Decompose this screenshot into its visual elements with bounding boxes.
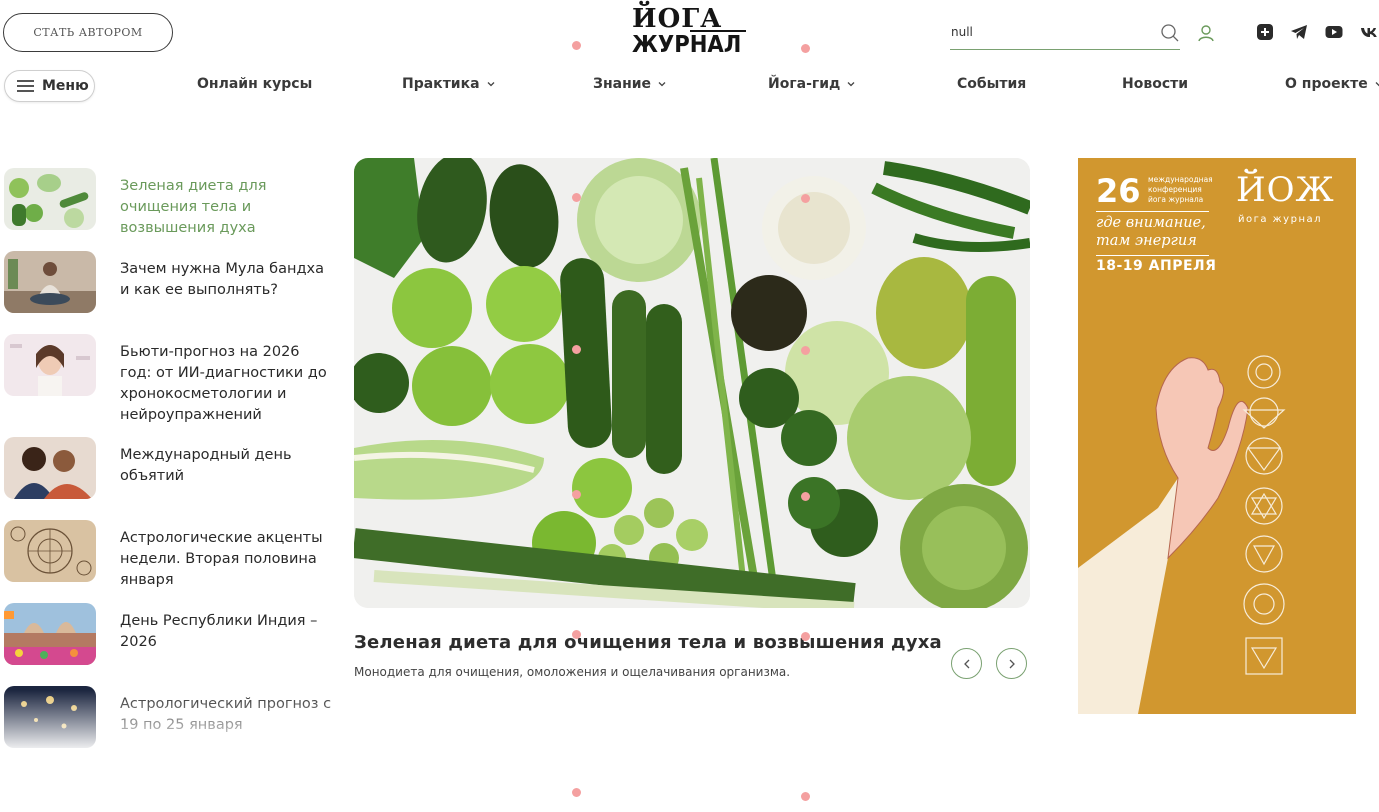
search-icon[interactable] xyxy=(1160,23,1180,43)
banner-slogan-line: там энергия xyxy=(1096,233,1197,249)
nav-about[interactable]: О проекте xyxy=(1285,76,1379,92)
user-icon[interactable] xyxy=(1196,23,1216,43)
youtube-icon[interactable] xyxy=(1325,23,1343,41)
news-thumbnail xyxy=(4,437,96,499)
become-author-button[interactable]: СТАТЬ АВТОРОМ xyxy=(3,13,173,52)
nav-label: Знание xyxy=(593,76,652,92)
chevron-left-icon xyxy=(963,659,969,668)
news-item[interactable]: Зеленая диета для очищения тела и возвыш… xyxy=(4,168,334,236)
site-logo[interactable]: ЙОГА ЖУРНАЛ xyxy=(630,4,752,62)
banner-brand: ЙОЖ xyxy=(1236,170,1335,210)
news-title: Бьюти-прогноз на 2026 год: от ИИ-диагнос… xyxy=(120,344,327,423)
nav-practice[interactable]: Практика xyxy=(402,76,496,92)
nav-knowledge[interactable]: Знание xyxy=(593,76,667,92)
news-thumbnail xyxy=(4,603,96,665)
news-thumbnail xyxy=(4,168,96,230)
news-item[interactable]: Астрологические акценты недели. Вторая п… xyxy=(4,520,334,588)
nav-label: События xyxy=(957,76,1027,92)
banner-conference: международная конференция йога журнала xyxy=(1148,175,1213,204)
burger-icon xyxy=(17,80,34,92)
hero-subtitle: Монодиета для очищения, омоложения и още… xyxy=(354,665,791,679)
news-title: Зеленая диета для очищения тела и возвыш… xyxy=(120,178,267,236)
nav-label: О проекте xyxy=(1285,76,1368,92)
logo-line2: ЖУРНАЛ xyxy=(632,32,742,58)
banner-slogan: где внимание, там энергия xyxy=(1096,214,1206,250)
conference-banner[interactable]: 26 международная конференция йога журнал… xyxy=(1078,158,1356,714)
vk-icon[interactable] xyxy=(1360,23,1378,41)
banner-divider xyxy=(1096,211,1209,212)
nav-events[interactable]: События xyxy=(957,76,1026,92)
news-thumbnail xyxy=(4,520,96,582)
nav-label: Онлайн курсы xyxy=(197,76,313,92)
news-title: Международный день объятий xyxy=(120,447,292,484)
menu-label: Меню xyxy=(42,78,89,94)
news-item[interactable]: Международный день объятий xyxy=(4,437,334,501)
news-thumbnail xyxy=(4,251,96,313)
banner-slogan-line: где внимание, xyxy=(1096,215,1206,231)
news-title: День Республики Индия – 2026 xyxy=(120,613,318,650)
chevron-down-icon xyxy=(658,82,666,87)
news-item[interactable]: Бьюти-прогноз на 2026 год: от ИИ-диагнос… xyxy=(4,334,334,423)
hero-title[interactable]: Зеленая диета для очищения тела и возвыш… xyxy=(354,632,942,653)
news-title: Астрологические акценты недели. Вторая п… xyxy=(120,530,323,588)
mudra-hand-illustration xyxy=(1078,355,1286,714)
nav-online-courses[interactable]: Онлайн курсы xyxy=(197,76,312,92)
nav-news[interactable]: Новости xyxy=(1122,76,1188,92)
nav-yoga-guide[interactable]: Йога-гид xyxy=(768,76,856,92)
plus-icon[interactable] xyxy=(1256,23,1274,41)
nav-label: Новости xyxy=(1122,76,1189,92)
news-item[interactable]: Астрологический прогноз с 19 по 25 январ… xyxy=(4,686,334,750)
menu-button[interactable]: Меню xyxy=(4,70,95,102)
nav-label: Йога-гид xyxy=(768,76,841,92)
news-title: Зачем нужна Мула бандха и как ее выполня… xyxy=(120,261,324,298)
telegram-icon[interactable] xyxy=(1290,23,1308,41)
news-title: Астрологический прогноз с 19 по 25 январ… xyxy=(120,696,332,733)
chevron-right-icon xyxy=(1009,659,1015,668)
banner-divider xyxy=(1096,255,1209,256)
news-thumbnail xyxy=(4,686,96,748)
banner-number: 26 xyxy=(1096,172,1141,210)
search-box xyxy=(950,18,1180,50)
hero-image[interactable] xyxy=(354,158,1030,608)
nav-label: Практика xyxy=(402,76,480,92)
search-input[interactable] xyxy=(950,18,1140,46)
news-item[interactable]: День Республики Индия – 2026 xyxy=(4,603,334,667)
chevron-down-icon xyxy=(847,82,855,87)
prev-arrow-button[interactable] xyxy=(951,648,982,679)
news-item[interactable]: Зачем нужна Мула бандха и как ее выполня… xyxy=(4,251,334,315)
banner-dates: 18-19 АПРЕЛЯ xyxy=(1096,258,1217,274)
next-arrow-button[interactable] xyxy=(996,648,1027,679)
news-thumbnail xyxy=(4,334,96,396)
chevron-down-icon xyxy=(487,82,495,87)
banner-brand-sub: йога журнал xyxy=(1238,214,1323,225)
chevron-down-icon xyxy=(1375,82,1379,87)
